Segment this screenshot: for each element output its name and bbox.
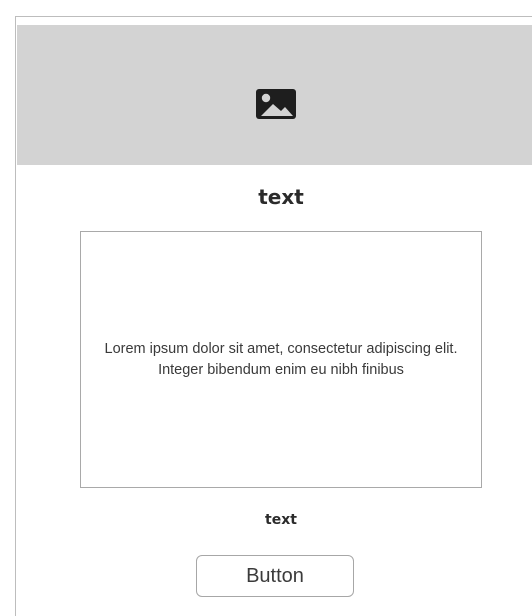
card-title: text <box>258 185 304 209</box>
card-subtitle: text <box>265 512 297 528</box>
image-icon <box>255 88 297 120</box>
card: text Lorem ipsum dolor sit amet, consect… <box>15 16 532 616</box>
text-box: Lorem ipsum dolor sit amet, consectetur … <box>80 231 482 488</box>
body-text: Lorem ipsum dolor sit amet, consectetur … <box>104 340 458 378</box>
primary-button[interactable]: Button <box>196 555 354 597</box>
image-placeholder <box>17 25 532 165</box>
